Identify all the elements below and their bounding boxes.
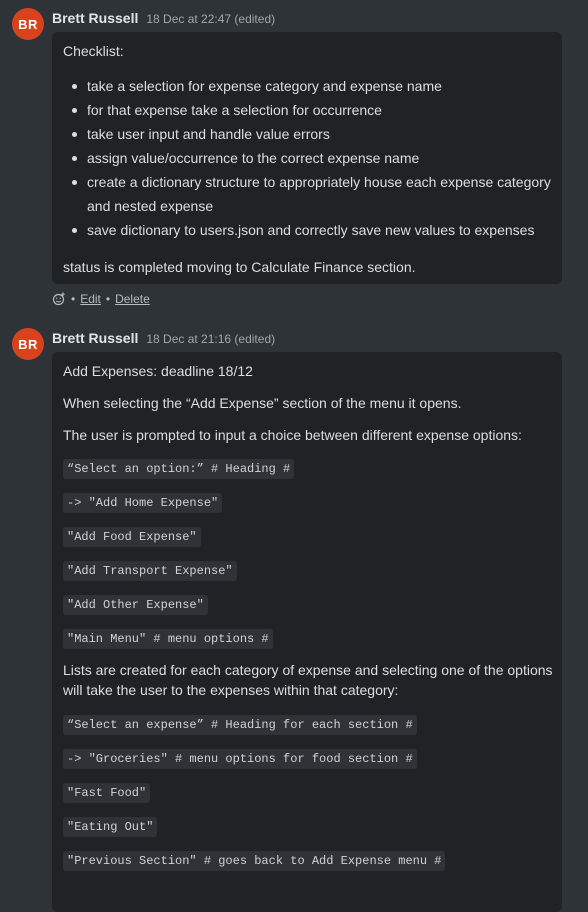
author-name[interactable]: Brett Russell [52,10,138,26]
code-inline: "Main Menu" # menu options # [63,629,273,649]
code-inline: "Add Other Expense" [63,595,208,615]
delete-link[interactable]: Delete [115,292,150,306]
message-header: Brett Russell 18 Dec at 22:47 (edited) [52,10,275,28]
code-inline: "Fast Food" [63,783,151,803]
status-text: status is completed moving to Calculate … [63,259,416,275]
code-inline: "Eating Out" [63,817,158,837]
message-header: Brett Russell 18 Dec at 21:16 (edited) [52,330,275,348]
message-paragraph: The user is prompted to input a choice b… [63,427,522,443]
code-inline: "Previous Section" # goes back to Add Ex… [63,851,446,871]
list-item: for that expense take a selection for oc… [72,98,557,122]
add-reaction-icon[interactable] [52,292,66,306]
code-inline: "Add Transport Expense" [63,561,237,581]
list-item: take a selection for expense category an… [72,74,557,98]
code-inline: “Select an expense” # Heading for each s… [63,715,417,735]
separator: • [71,292,76,306]
code-inline: -> "Add Home Expense" [63,493,223,513]
author-name[interactable]: Brett Russell [52,330,138,346]
list-item: create a dictionary structure to appropr… [72,170,557,218]
code-inline: “Select an option:” # Heading # [63,459,295,479]
code-inline: "Add Food Expense" [63,527,201,547]
list-item: save dictionary to users.json and correc… [72,218,557,242]
message-card: Checklist: take a selection for expense … [52,32,562,284]
timestamp: 18 Dec at 22:47 (edited) [146,12,276,26]
timestamp: 18 Dec at 21:16 (edited) [146,332,276,346]
avatar[interactable]: BR [12,328,44,360]
list-item: take user input and handle value errors [72,122,557,146]
separator: • [105,292,111,306]
list-item: assign value/occurrence to the correct e… [72,146,557,170]
checklist: take a selection for expense category an… [63,74,557,242]
message-title: Add Expenses: deadline 18/12 [63,363,253,379]
avatar[interactable]: BR [12,8,44,40]
message-paragraph: Lists are created for each category of e… [63,662,553,698]
code-inline: -> "Groceries" # menu options for food s… [63,749,417,769]
message-paragraph: When selecting the “Add Expense” section… [63,395,462,411]
message-title: Checklist: [63,43,124,59]
edit-link[interactable]: Edit [80,292,101,306]
message-actions: • Edit • Delete [52,292,150,306]
